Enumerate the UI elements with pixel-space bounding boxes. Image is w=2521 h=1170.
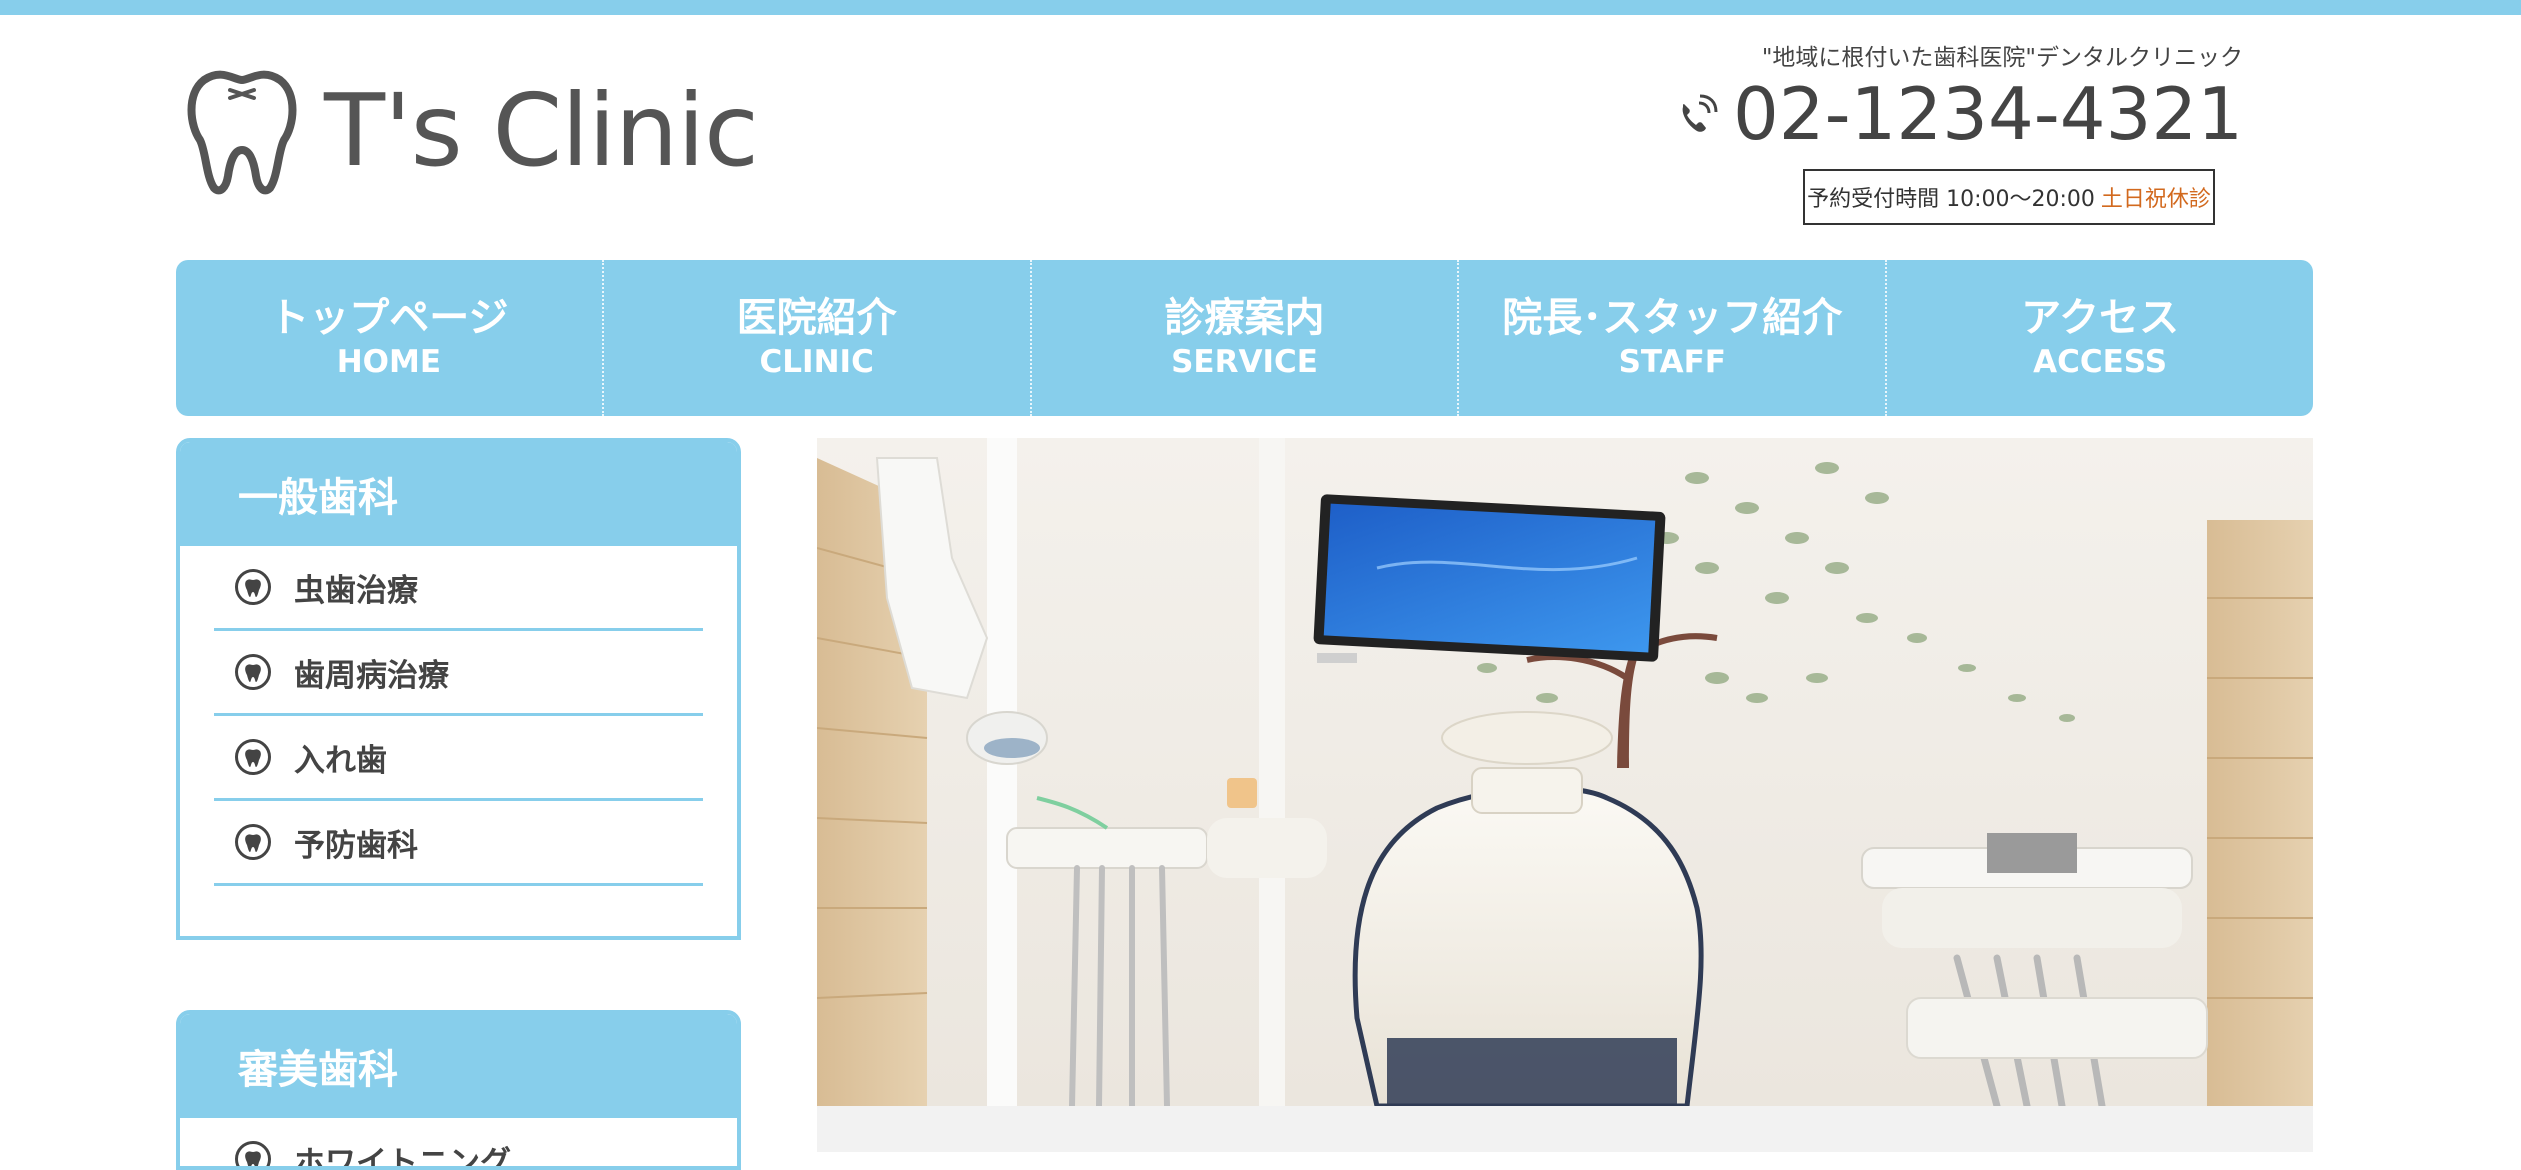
sidebar-item-whitening[interactable]: ホワイトニング [214, 1118, 703, 1170]
phone-icon [1673, 89, 1723, 139]
hero-image [817, 438, 2313, 1106]
nav-label-en: CLINIC [760, 344, 874, 381]
sidebar-list: ホワイトニング [180, 1118, 737, 1170]
nav-label-jp: トップページ [269, 294, 508, 342]
site-logo[interactable]: T's Clinic [182, 66, 758, 196]
content-area [817, 1106, 2313, 1152]
sidebar-item-label: ホワイトニング [294, 1137, 511, 1170]
nav-label-en: SERVICE [1171, 344, 1318, 381]
sidebar-heading: 一般歯科 [180, 442, 737, 546]
nav-label-jp: 院長･スタッフ紹介 [1502, 294, 1842, 342]
sidebar-heading: 審美歯科 [180, 1014, 737, 1118]
reception-hours-box: 予約受付時間 10:00〜20:00 土日祝休診 [1803, 169, 2215, 225]
dental-room-illustration [817, 438, 2313, 1106]
nav-label-en: STAFF [1619, 344, 1726, 381]
nav-item-access[interactable]: アクセス ACCESS [1887, 260, 2313, 416]
tooth-bullet-icon [234, 738, 272, 776]
nav-label-en: HOME [337, 344, 441, 381]
nav-label-jp: 医院紹介 [737, 294, 897, 342]
sidebar-cosmetic-dentistry: 審美歯科 ホワイトニング [176, 1010, 741, 1170]
closed-days: 土日祝休診 [2101, 181, 2211, 213]
tagline: "地域に根付いた歯科医院"デンタルクリニック [1762, 38, 2243, 72]
nav-label-jp: アクセス [2021, 294, 2179, 342]
reception-hours: 予約受付時間 10:00〜20:00 [1807, 181, 2095, 213]
nav-label-jp: 診療案内 [1164, 294, 1324, 342]
sidebar-item-periodontal-treatment[interactable]: 歯周病治療 [214, 631, 703, 716]
top-accent-bar [0, 0, 2521, 15]
sidebar-item-label: 入れ歯 [294, 735, 387, 780]
tooth-bullet-icon [234, 1140, 272, 1170]
sidebar-item-preventive-dentistry[interactable]: 予防歯科 [214, 801, 703, 886]
nav-item-service[interactable]: 診療案内 SERVICE [1032, 260, 1460, 416]
tooth-icon [182, 66, 302, 196]
phone-number: 02-1234-4321 [1733, 78, 2243, 150]
global-nav: トップページ HOME 医院紹介 CLINIC 診療案内 SERVICE 院長･… [176, 260, 2313, 416]
sidebar-item-label: 予防歯科 [294, 820, 418, 865]
sidebar-item-cavity-treatment[interactable]: 虫歯治療 [214, 546, 703, 631]
sidebar-item-label: 虫歯治療 [294, 565, 418, 610]
tooth-bullet-icon [234, 568, 272, 606]
tooth-bullet-icon [234, 823, 272, 861]
sidebar-item-label: 歯周病治療 [294, 650, 449, 695]
nav-item-staff[interactable]: 院長･スタッフ紹介 STAFF [1459, 260, 1887, 416]
nav-label-en: ACCESS [2033, 344, 2167, 381]
sidebar-item-dentures[interactable]: 入れ歯 [214, 716, 703, 801]
nav-item-home[interactable]: トップページ HOME [176, 260, 604, 416]
phone-block[interactable]: 02-1234-4321 [1673, 78, 2243, 150]
sidebar-list: 虫歯治療 歯周病治療 入れ歯 予防歯科 [180, 546, 737, 886]
nav-item-clinic[interactable]: 医院紹介 CLINIC [604, 260, 1032, 416]
logo-text: T's Clinic [324, 81, 758, 181]
sidebar-general-dentistry: 一般歯科 虫歯治療 歯周病治療 入れ歯 [176, 438, 741, 940]
tooth-bullet-icon [234, 653, 272, 691]
